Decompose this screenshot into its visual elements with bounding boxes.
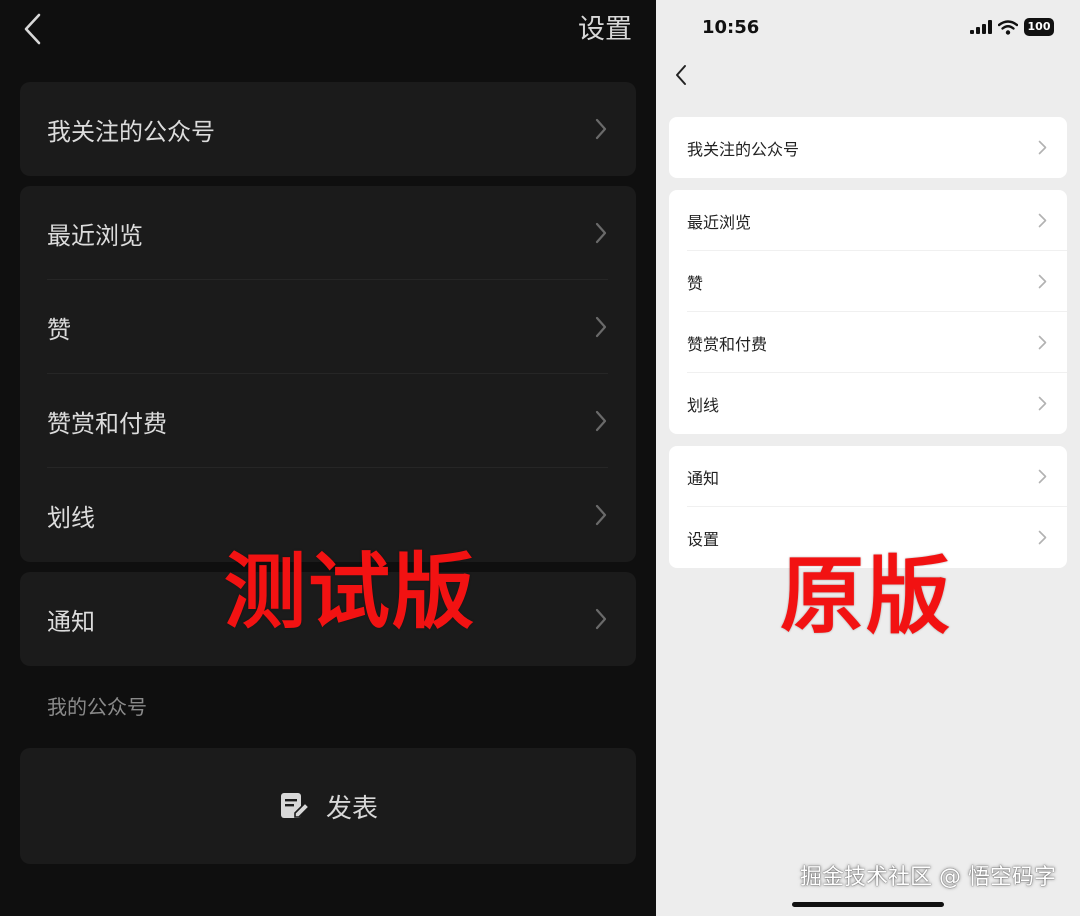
- back-chevron-icon[interactable]: [674, 64, 688, 86]
- chevron-right-icon: [595, 316, 607, 338]
- chevron-right-icon: [595, 608, 607, 630]
- menu-item-followed-accounts[interactable]: 我关注的公众号: [669, 117, 1067, 178]
- menu-item-recently-viewed[interactable]: 最近浏览: [669, 190, 1067, 251]
- publish-button[interactable]: 发表: [20, 748, 636, 864]
- chevron-right-icon: [1038, 335, 1047, 350]
- chevron-right-icon: [1038, 213, 1047, 228]
- chevron-right-icon: [1038, 469, 1047, 484]
- chevron-right-icon: [595, 222, 607, 244]
- page-title: 设置: [578, 14, 632, 45]
- menu-item-label: 最近浏览: [687, 212, 752, 232]
- menu-item-label: 我关注的公众号: [687, 139, 800, 159]
- chevron-right-icon: [1038, 396, 1047, 411]
- status-time: 10:56: [702, 17, 760, 38]
- chevron-right-icon: [1038, 530, 1047, 545]
- menu-item-label: 划线: [47, 503, 95, 532]
- home-indicator: [792, 902, 944, 907]
- followed-accounts-card: 我关注的公众号: [20, 82, 636, 176]
- test-version-stamp: 测试版: [224, 545, 477, 640]
- menu-item-recently-viewed[interactable]: 最近浏览: [20, 186, 636, 280]
- source-watermark: 掘金技术社区 @ 悟空码字: [800, 865, 1056, 890]
- menu-item-label: 划线: [687, 395, 720, 415]
- chevron-right-icon: [595, 504, 607, 526]
- wifi-icon: [998, 19, 1018, 35]
- back-chevron-icon[interactable]: [22, 12, 44, 46]
- menu-item-label: 通知: [687, 468, 720, 488]
- battery-icon: 100: [1024, 18, 1054, 36]
- menu-item-label: 赞赏和付费: [687, 334, 768, 354]
- menu-item-label: 设置: [687, 529, 720, 549]
- cellular-signal-icon: [970, 20, 992, 34]
- test-version-screen: 设置 我关注的公众号 最近浏览 赞 赞赏和付费 划线 通知 我的公众号 发表 测…: [0, 0, 656, 916]
- menu-item-likes[interactable]: 赞: [669, 251, 1067, 312]
- menu-item-highlights[interactable]: 划线: [669, 373, 1067, 434]
- chevron-right-icon: [1038, 274, 1047, 289]
- activity-card: 最近浏览 赞 赞赏和付费 划线: [20, 186, 636, 562]
- original-version-stamp: 原版: [780, 547, 953, 645]
- chevron-right-icon: [1038, 140, 1047, 155]
- menu-item-followed-accounts[interactable]: 我关注的公众号: [20, 82, 636, 176]
- followed-accounts-card: 我关注的公众号: [669, 117, 1067, 178]
- original-version-screen: 10:56 100 我关注的公众号 最近浏览 赞 赞赏和付费 划线 通知 设置 …: [656, 0, 1080, 916]
- my-account-section-label: 我的公众号: [47, 695, 147, 719]
- menu-item-tips-and-payments[interactable]: 赞赏和付费: [669, 312, 1067, 373]
- menu-item-label: 通知: [47, 607, 95, 636]
- edit-document-icon: [280, 793, 310, 818]
- menu-item-tips-and-payments[interactable]: 赞赏和付费: [20, 374, 636, 468]
- menu-item-label: 赞赏和付费: [47, 409, 167, 438]
- menu-item-label: 我关注的公众号: [47, 117, 215, 146]
- menu-item-label: 赞: [47, 315, 71, 344]
- menu-item-notifications[interactable]: 通知: [669, 446, 1067, 507]
- status-icons: 100: [970, 18, 1054, 36]
- menu-item-label: 最近浏览: [47, 221, 143, 250]
- chevron-right-icon: [595, 118, 607, 140]
- publish-label: 发表: [325, 793, 378, 824]
- activity-card: 最近浏览 赞 赞赏和付费 划线: [669, 190, 1067, 434]
- chevron-right-icon: [595, 410, 607, 432]
- menu-item-likes[interactable]: 赞: [20, 280, 636, 374]
- menu-item-label: 赞: [687, 273, 704, 293]
